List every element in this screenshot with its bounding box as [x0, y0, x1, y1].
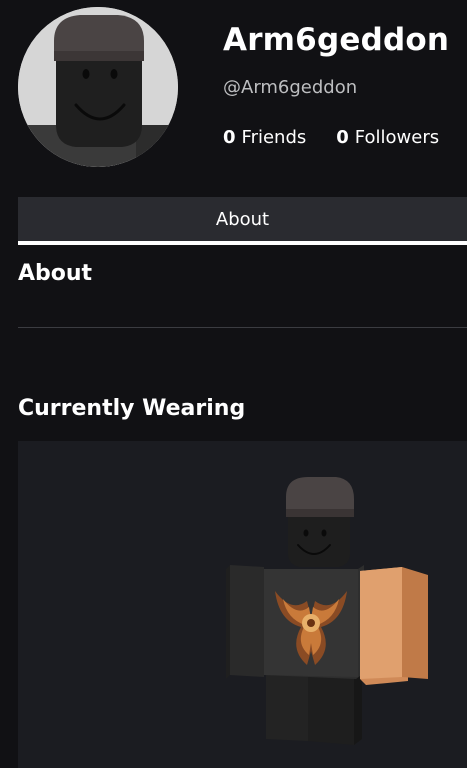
profile-tabs: About — [18, 197, 467, 241]
followers-count: 0 — [336, 127, 349, 148]
followers-label: Followers — [354, 127, 440, 148]
display-name: Arm6geddon — [223, 22, 450, 58]
avatar-3d-viewer[interactable] — [18, 441, 467, 768]
friends-label: Friends — [241, 127, 307, 148]
followers-link[interactable]: 0 Followers — [336, 127, 439, 148]
avatar-3d-model-icon — [226, 477, 428, 745]
currently-wearing-heading: Currently Wearing — [18, 396, 246, 421]
about-heading: About — [18, 261, 93, 286]
friends-count: 0 — [223, 127, 236, 148]
avatar-headshot-icon — [18, 7, 178, 167]
username: @Arm6geddon — [223, 77, 358, 98]
section-divider — [18, 327, 467, 328]
tab-selected-indicator — [18, 241, 467, 245]
tab-about[interactable]: About — [18, 209, 467, 230]
profile-stats: 0 Friends 0 Followers — [223, 127, 439, 148]
friends-link[interactable]: 0 Friends — [223, 127, 306, 148]
avatar-headshot[interactable] — [18, 7, 178, 167]
